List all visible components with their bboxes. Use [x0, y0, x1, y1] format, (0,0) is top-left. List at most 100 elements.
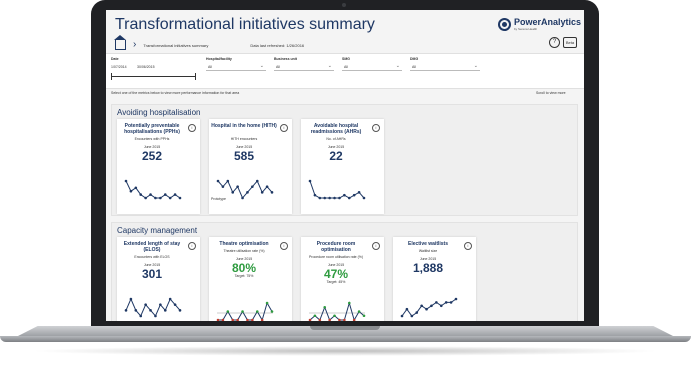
- data-refresh-date: Data last refreshed: 1/26/2016: [250, 42, 305, 48]
- sparkline-point: [415, 311, 419, 314]
- home-icon[interactable]: [114, 35, 126, 50]
- dmg-select[interactable]: All ⌄: [410, 63, 480, 71]
- sparkline-point: [216, 179, 220, 183]
- metric-card[interactable]: Hospital in the home (HITH) i HITH encount…: [209, 119, 292, 214]
- section-capacity-management: Capacity management Extended length of s…: [111, 222, 578, 321]
- section-avoiding-hospitalisation: Avoiding hospitalisation Potentially pre…: [111, 104, 578, 216]
- date-from[interactable]: 1/07/2014: [111, 65, 127, 69]
- laptop-bezel: Transformational initiatives summary › T…: [91, 0, 599, 327]
- chevron-down-icon: ⌄: [327, 63, 332, 69]
- sparkline-point: [439, 304, 443, 308]
- sparkline-point: [129, 297, 133, 301]
- sparkline-point: [265, 185, 269, 188]
- metric-card[interactable]: Elective waitlists i Waitlist size June 201…: [393, 237, 476, 321]
- sparkline-point: [343, 193, 346, 197]
- date-to[interactable]: 30/06/2015: [137, 65, 155, 69]
- metric-card[interactable]: Potentially preventable hospitalisations…: [117, 119, 200, 214]
- sparkline-point: [362, 196, 366, 200]
- sparkline-point: [216, 318, 220, 321]
- slider-handle-start[interactable]: [111, 73, 112, 80]
- brand-name: PowerAnalytics: [514, 17, 582, 27]
- sparkline-point: [241, 196, 244, 200]
- scroll-hint: Scroll to view more: [536, 91, 566, 95]
- sparkline-point: [163, 193, 167, 196]
- laptop-base: [0, 326, 691, 348]
- metric-subtitle: Procedure room utilisation rate (%): [308, 255, 364, 259]
- sparkline-point: [260, 191, 264, 194]
- metric-title: Procedure room optimisation: [316, 241, 356, 253]
- metric-value: 252: [141, 149, 163, 163]
- metric-subtitle: No. of AHRs: [326, 137, 346, 141]
- info-icon[interactable]: i: [372, 242, 380, 250]
- info-icon[interactable]: i: [280, 124, 288, 132]
- sparkline-point: [124, 309, 128, 312]
- sparkline-point: [221, 185, 225, 188]
- info-icon[interactable]: i: [188, 242, 196, 250]
- metrics-hint: Select one of the metrics below to view …: [111, 91, 240, 95]
- sparkline-point: [139, 314, 143, 318]
- sparkline-point: [265, 301, 269, 305]
- laptop-screen: Transformational initiatives summary › T…: [106, 10, 584, 321]
- section-title: Capacity management: [117, 226, 198, 235]
- sparkline-point: [134, 309, 138, 312]
- brand-logo-icon: [498, 18, 511, 31]
- sparkline-point: [338, 196, 341, 200]
- info-icon[interactable]: i: [464, 242, 472, 250]
- sparkline-point: [449, 301, 453, 304]
- info-icon[interactable]: i: [372, 124, 380, 132]
- camera-icon: [342, 3, 346, 7]
- sparkline-path: [309, 180, 365, 199]
- metric-subtitle: Theatre utilisation rate (%): [223, 249, 265, 253]
- sparkline-point: [159, 303, 162, 306]
- metric-value: 585: [233, 149, 255, 163]
- hospital-filter-label: Hospital/facility: [206, 57, 232, 61]
- chevron-right-icon: ›: [133, 39, 137, 50]
- sparkline-point: [313, 314, 317, 318]
- sparkline-point: [144, 196, 147, 200]
- sparkline-point: [241, 310, 244, 313]
- sparkline-point: [173, 303, 177, 306]
- sparkline-point: [226, 179, 230, 183]
- info-icon[interactable]: i: [188, 124, 196, 132]
- metric-card[interactable]: Extended length of stay (ELOS) i Encounter…: [117, 237, 200, 321]
- metric-value: 22: [329, 149, 343, 163]
- sparkline-point: [168, 196, 172, 200]
- sparkline-point: [400, 314, 404, 318]
- filter-bar: Date 1/07/2014 30/06/2015 Hospital/facil…: [106, 53, 584, 89]
- chevron-down-icon: ⌄: [395, 63, 400, 69]
- page-title: Transformational initiatives summary: [115, 16, 375, 33]
- sparkline-point: [163, 309, 167, 312]
- sparkline-point: [236, 185, 239, 188]
- beta-button[interactable]: Beta: [563, 37, 577, 48]
- sparkline-point: [357, 191, 361, 194]
- metric-value: 47%: [323, 267, 349, 281]
- metric-title: Theatre optimisation: [219, 241, 269, 247]
- sparkline-point: [333, 196, 336, 200]
- sparkline-point: [154, 314, 157, 318]
- info-icon[interactable]: i: [280, 242, 288, 250]
- sparkline-point: [134, 186, 138, 190]
- date-range-slider[interactable]: [111, 73, 196, 80]
- hospital-select[interactable]: All ⌄: [206, 63, 266, 71]
- sparkline-chart: [216, 179, 274, 200]
- business-unit-select[interactable]: All ⌄: [274, 63, 334, 71]
- metric-card[interactable]: Procedure room optimisation i Procedure ro…: [301, 237, 384, 321]
- help-icon[interactable]: ?: [549, 37, 560, 48]
- metric-card[interactable]: Avoidable hospital readmissions (AHRs) i N…: [301, 119, 384, 214]
- sparkline-point: [343, 318, 346, 321]
- metric-value: 80%: [231, 261, 257, 275]
- sparkline-point: [318, 196, 322, 200]
- smg-select[interactable]: All ⌄: [342, 63, 402, 71]
- sparkline-point: [333, 314, 336, 318]
- sparkline-chart: [308, 301, 366, 321]
- sparkline-point: [173, 193, 177, 196]
- metric-subtitle: HITH encounters: [230, 137, 258, 141]
- brand-logo: PowerAnalytics by Serena Health: [498, 18, 581, 31]
- slider-handle-end[interactable]: [195, 73, 196, 80]
- sparkline-point: [410, 314, 414, 318]
- sparkline-point: [328, 196, 331, 200]
- chevron-down-icon: ⌄: [473, 63, 478, 69]
- metric-title: Potentially preventable hospitalisations…: [124, 123, 180, 135]
- sparkline-point: [255, 310, 259, 313]
- metric-card[interactable]: Theatre optimisation i Theatre utilisation…: [209, 237, 292, 321]
